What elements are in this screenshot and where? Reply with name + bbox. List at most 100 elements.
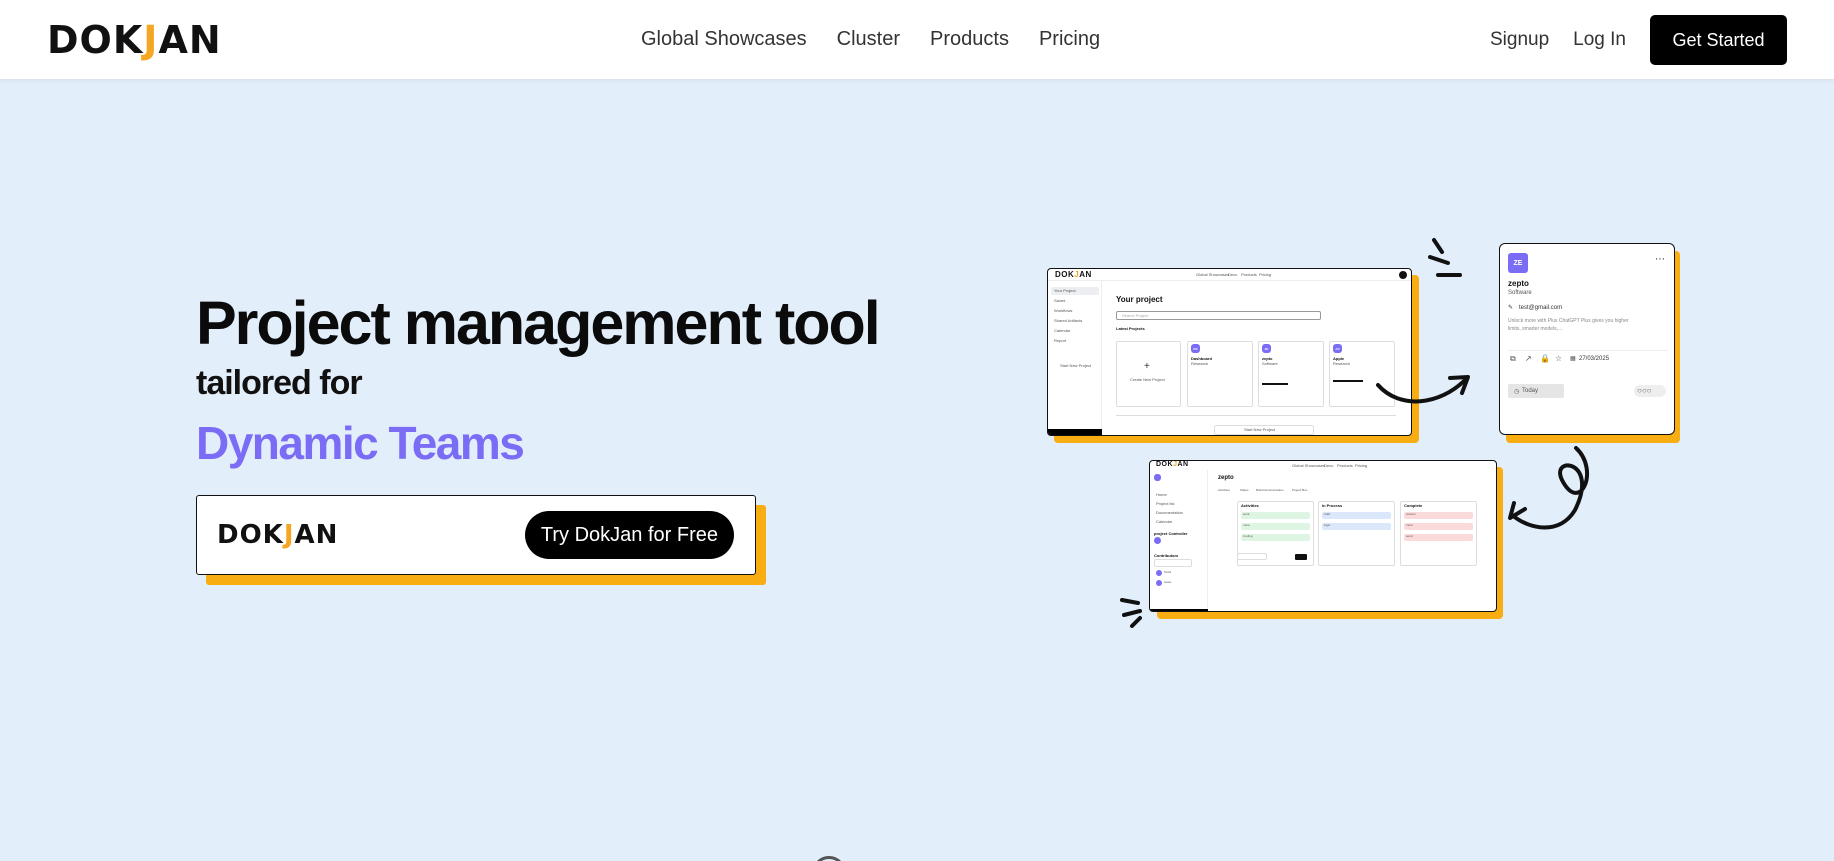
card-tag-label: Today <box>1522 388 1539 394</box>
preview-project-avatar: ZE <box>1262 344 1271 353</box>
try-free-button[interactable]: Try DokJan for Free <box>524 511 734 559</box>
signup-link[interactable]: Signup <box>1490 29 1549 51</box>
card-email: test@gmail.com <box>1519 305 1563 311</box>
nav-link-cluster[interactable]: Cluster <box>837 28 900 51</box>
nav-link-pricing[interactable]: Pricing <box>1039 28 1100 51</box>
board-column-title: In Process <box>1322 503 1343 508</box>
board-column-title: Activities <box>1241 503 1259 508</box>
preview-sidebar: Your Project Saved Workflows Shared Arti… <box>1048 281 1102 435</box>
star-icon: ☆ <box>1555 354 1563 363</box>
board-task-label: Coding <box>1243 534 1253 538</box>
preview-sidebar-item: Workflows <box>1054 308 1073 313</box>
loop-arrow-icon <box>1510 446 1590 530</box>
preview-divider <box>1116 415 1396 416</box>
card-divider <box>1508 350 1668 351</box>
preview-heading: Your project <box>1116 295 1163 304</box>
board-contributor-avatar <box>1156 570 1162 576</box>
board-sidebar-item: Home <box>1156 492 1167 497</box>
board-task-label: more <box>1406 523 1413 527</box>
logo-text-j: J <box>283 520 295 550</box>
board-add-contributor <box>1154 559 1192 567</box>
preview-sidebar-footer <box>1048 429 1102 435</box>
logo-text-start: DOK <box>217 520 284 550</box>
board-nav-link: Products <box>1337 463 1353 468</box>
board-add-input <box>1237 553 1267 560</box>
logo-text-end: AN <box>294 520 339 550</box>
board-project-avatar <box>1154 537 1161 544</box>
logo-text-end: AN <box>158 18 222 62</box>
nav-actions: Signup Log In Get Started <box>1490 15 1787 65</box>
arrow-head-icon <box>1508 501 1527 520</box>
logo-text-start: DOK <box>47 18 144 62</box>
board-task <box>1322 512 1391 519</box>
hero-subtitle: tailored for <box>196 364 363 402</box>
dashboard-preview: DOKJAN Global Showcases Deco Products Pr… <box>1047 268 1412 436</box>
nav-link-global-showcases[interactable]: Global Showcases <box>641 28 807 51</box>
board-task-label: send <box>1406 534 1413 538</box>
board-tab: Project Box <box>1292 488 1308 492</box>
project-card-preview: ZE ⋯ zepto Software ✎ test@gmail.com Unl… <box>1499 243 1675 435</box>
spark-lines-icon <box>1120 598 1142 628</box>
hero-accent-text: Dynamic Teams <box>196 417 525 469</box>
board-tab: Status <box>1240 488 1249 492</box>
board-column <box>1318 501 1395 566</box>
clock-icon: ◷ <box>1514 389 1520 395</box>
preview-nav-link: Products <box>1241 272 1257 277</box>
preview-avatar <box>1399 271 1407 279</box>
arrow-head-icon <box>1448 375 1470 395</box>
preview-project-type: Research <box>1191 361 1209 366</box>
card-name: zepto <box>1508 279 1529 288</box>
preview-project-type: Software <box>1262 361 1278 366</box>
preview-logo: DOKJAN <box>1055 270 1092 279</box>
board-preview: DOKJAN Global Showcases Deco Products Pr… <box>1149 460 1497 612</box>
preview-sidebar-item: Shared Artifacts <box>1054 318 1083 323</box>
board-task-label: Addr <box>1324 512 1331 516</box>
preview-sidebar-item: Calendar <box>1054 328 1071 333</box>
logo-text-j: J <box>143 18 159 62</box>
preview-project-type: Research <box>1333 361 1351 366</box>
cta-brand-logo: DOKJAN <box>217 520 338 550</box>
preview-progress-bar <box>1333 380 1363 382</box>
board-sidebar-item: Documentation <box>1156 510 1183 515</box>
brand-logo[interactable]: DOKJAN <box>47 19 222 61</box>
login-link[interactable]: Log In <box>1573 29 1626 51</box>
board-nav-link: Global Showcases <box>1292 463 1326 468</box>
preview-create-label: Create New Project <box>1130 377 1165 382</box>
board-contributors-label: Contributors <box>1154 553 1179 558</box>
copy-icon: ⧉ <box>1510 354 1516 363</box>
card-date: 27/03/2025 <box>1579 356 1610 362</box>
board-task <box>1322 523 1391 530</box>
board-task <box>1404 523 1473 530</box>
preview-nav-link: Global Showcases <box>1196 272 1230 277</box>
nav-link-products[interactable]: Products <box>930 28 1009 51</box>
preview-footer-button-label: Start New Project <box>1244 427 1276 432</box>
board-task-label: work <box>1243 512 1250 516</box>
scroll-indicator-icon <box>812 856 846 861</box>
preview-search-placeholder: Search Project <box>1122 313 1149 318</box>
board-task <box>1241 523 1310 530</box>
board-sidebar-footer <box>1150 609 1208 611</box>
top-navbar: DOKJAN Global Showcases Cluster Products… <box>0 0 1834 80</box>
board-add-button <box>1295 554 1307 560</box>
board-contributor-avatar <box>1156 580 1162 586</box>
board-sidebar-avatar <box>1154 474 1161 481</box>
board-nav-link: Deco <box>1324 463 1334 468</box>
preview-progress-bar <box>1262 383 1288 385</box>
board-sidebar-item: Calendar <box>1156 519 1173 524</box>
board-project-label: project Controller <box>1154 531 1188 536</box>
card-description-1: Unlock more with Plus ChatGPT Plus gives… <box>1508 318 1629 324</box>
preview-sidebar-item: Saved <box>1054 298 1066 303</box>
get-started-button[interactable]: Get Started <box>1650 15 1787 65</box>
hero-title: Project management tool <box>196 289 881 357</box>
preview-project-avatar: DS <box>1191 344 1200 353</box>
preview-sidebar-item: Your Project <box>1054 288 1076 293</box>
board-contributor-name: Test2 <box>1164 570 1172 574</box>
lock-icon: 🔒 <box>1540 354 1550 363</box>
share-icon: ↗ <box>1525 354 1532 363</box>
spark-lines-icon <box>1428 238 1462 277</box>
card-type: Software <box>1508 290 1532 296</box>
plus-icon: + <box>1144 361 1150 372</box>
cta-box: DOKJAN Try DokJan for Free <box>196 495 756 575</box>
preview-project-avatar: AP <box>1333 344 1342 353</box>
board-task <box>1241 512 1310 519</box>
